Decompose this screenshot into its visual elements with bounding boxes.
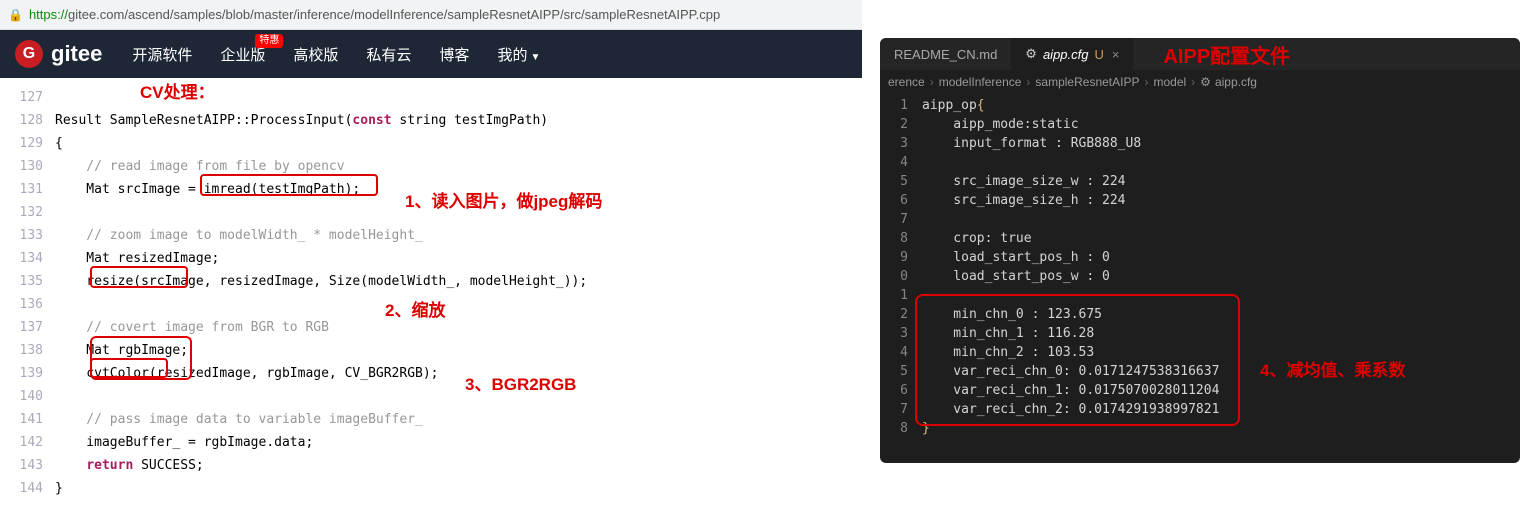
source-line[interactable]: 133 // zoom image to modelWidth_ * model…	[0, 224, 862, 247]
nav-university[interactable]: 高校版	[293, 44, 338, 65]
cfg-line-numbers: 123456789012345678	[880, 94, 908, 438]
line-code: imageBuffer_ = rgbImage.data;	[55, 435, 313, 450]
promo-badge: 特惠	[255, 34, 283, 48]
browser-window: 🔒 https://gitee.com/ascend/samples/blob/…	[0, 0, 862, 505]
nav-opensource[interactable]: 开源软件	[132, 44, 192, 65]
address-bar[interactable]: 🔒 https://gitee.com/ascend/samples/blob/…	[0, 0, 862, 30]
line-number: 135	[0, 274, 55, 289]
line-code: // read image from file by opencv	[55, 159, 345, 174]
source-line[interactable]: 143 return SUCCESS;	[0, 454, 862, 477]
breadcrumb-item[interactable]: modelInference	[939, 75, 1022, 89]
breadcrumb-item[interactable]: sampleResnetAIPP	[1035, 75, 1139, 89]
line-number: 127	[0, 90, 55, 105]
chevron-down-icon: ▼	[530, 52, 540, 63]
nav-blog[interactable]: 博客	[439, 44, 469, 65]
line-code: }	[55, 481, 63, 496]
line-number: 142	[0, 435, 55, 450]
annotation-3: 3、BGR2RGB	[465, 370, 576, 395]
line-number: 130	[0, 159, 55, 174]
annotation-cv: CV处理：	[140, 78, 215, 103]
highlight-box-rgbimage	[90, 336, 192, 380]
annotation-title: AIPP配置文件	[1163, 40, 1290, 69]
breadcrumb-separator: ›	[1144, 75, 1148, 89]
line-number: 143	[0, 458, 55, 473]
gitee-logo[interactable]: G gitee	[15, 40, 102, 68]
line-number: 128	[0, 113, 55, 128]
highlight-box-meanstd	[915, 294, 1240, 426]
tab-aipp-cfg[interactable]: ⚙ aipp.cfg U ×	[1011, 38, 1133, 70]
logo-text: gitee	[51, 41, 102, 67]
source-line[interactable]: 128Result SampleResnetAIPP::ProcessInput…	[0, 109, 862, 132]
line-number: 138	[0, 343, 55, 358]
nav-my[interactable]: 我的▼	[497, 44, 540, 65]
config-editor: 123456789012345678 aipp_op{ aipp_mode:st…	[880, 94, 1520, 438]
source-line[interactable]: 140	[0, 385, 862, 408]
highlight-box-imread	[200, 174, 378, 196]
line-code: {	[55, 136, 63, 151]
line-code: Mat resizedImage;	[55, 251, 219, 266]
vscode-panel: README_CN.md ⚙ aipp.cfg U × AIPP配置文件 ere…	[880, 38, 1520, 463]
tab-readme[interactable]: README_CN.md	[880, 38, 1011, 70]
line-number: 132	[0, 205, 55, 220]
line-number: 133	[0, 228, 55, 243]
gear-icon: ⚙	[1025, 46, 1037, 62]
source-line[interactable]: 142 imageBuffer_ = rgbImage.data;	[0, 431, 862, 454]
line-number: 137	[0, 320, 55, 335]
nav-private[interactable]: 私有云	[366, 44, 411, 65]
breadcrumb-item[interactable]: model	[1153, 75, 1186, 89]
line-code: return SUCCESS;	[55, 458, 204, 473]
line-code: // zoom image to modelWidth_ * modelHeig…	[55, 228, 423, 243]
breadcrumb-separator: ›	[930, 75, 934, 89]
line-code: Result SampleResnetAIPP::ProcessInput(co…	[55, 113, 548, 128]
source-code-view: CV处理： 1、读入图片，做jpeg解码 2、缩放 3、BGR2RGB 127 1…	[0, 78, 862, 500]
lock-icon: 🔒	[8, 8, 23, 22]
editor-tabs: README_CN.md ⚙ aipp.cfg U × AIPP配置文件	[880, 38, 1520, 70]
annotation-1: 1、读入图片，做jpeg解码	[405, 187, 602, 212]
nav-enterprise[interactable]: 企业版 特惠	[220, 44, 265, 65]
line-number: 140	[0, 389, 55, 404]
line-number: 139	[0, 366, 55, 381]
breadcrumb-separator: ›	[1191, 75, 1195, 89]
site-header: G gitee 开源软件 企业版 特惠 高校版 私有云 博客 我的▼	[0, 30, 862, 78]
breadcrumb: erence › modelInference › sampleResnetAIPP › m…	[880, 70, 1520, 94]
line-number: 141	[0, 412, 55, 427]
tab-aipp-label: aipp.cfg	[1043, 47, 1089, 62]
line-code: // pass image data to variable imageBuff…	[55, 412, 423, 427]
logo-icon: G	[15, 40, 43, 68]
close-icon[interactable]: ×	[1112, 47, 1120, 62]
line-code: // covert image from BGR to RGB	[55, 320, 329, 335]
source-line[interactable]: 144}	[0, 477, 862, 500]
source-line[interactable]: 127	[0, 86, 862, 109]
annotation-4: 4、减均值、乘系数	[1260, 356, 1405, 381]
nav-enterprise-label: 企业版	[220, 47, 265, 64]
breadcrumb-separator: ›	[1026, 75, 1030, 89]
line-number: 131	[0, 182, 55, 197]
url-path: gitee.com/ascend/samples/blob/master/inf…	[68, 7, 720, 22]
line-number: 136	[0, 297, 55, 312]
nav-my-label: 我的	[497, 47, 527, 64]
line-number: 144	[0, 481, 55, 496]
breadcrumb-item[interactable]: ⚙aipp.cfg	[1200, 75, 1257, 89]
highlight-box-resize	[90, 266, 188, 288]
gear-icon: ⚙	[1200, 75, 1211, 89]
source-line[interactable]: 129{	[0, 132, 862, 155]
top-nav: 开源软件 企业版 特惠 高校版 私有云 博客 我的▼	[132, 44, 568, 65]
source-line[interactable]: 141 // pass image data to variable image…	[0, 408, 862, 431]
git-status-badge: U	[1095, 47, 1104, 62]
breadcrumb-item[interactable]: erence	[888, 75, 925, 89]
line-number: 134	[0, 251, 55, 266]
annotation-2: 2、缩放	[385, 296, 445, 321]
source-line[interactable]: 130 // read image from file by opencv	[0, 155, 862, 178]
url-scheme: https://	[29, 7, 68, 22]
line-number: 129	[0, 136, 55, 151]
